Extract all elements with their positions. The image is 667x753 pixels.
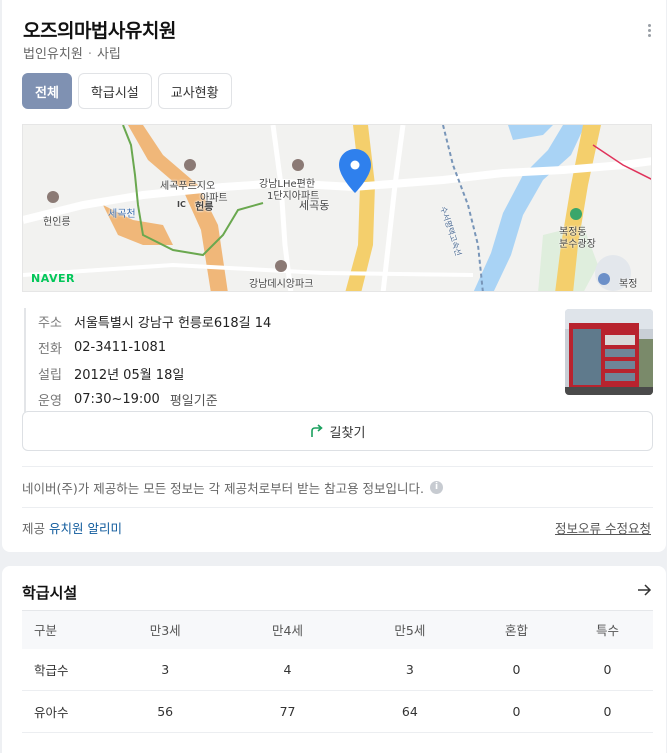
- table-cell: 학급수: [22, 648, 104, 691]
- map-label-heoninneung: 헌인릉: [43, 217, 71, 228]
- table-row: 학급수 3 4 3 0 0: [22, 648, 653, 691]
- hours-value: 07:30~19:00: [74, 391, 160, 407]
- table-header: 혼합: [471, 610, 562, 649]
- map-label-ic: IC: [177, 200, 186, 209]
- table-header: 구분: [22, 610, 104, 649]
- map-label-heolleung: 헌릉: [195, 202, 214, 213]
- arrow-right-icon[interactable]: [636, 582, 652, 598]
- divider: [22, 466, 653, 467]
- table-header: 특수: [562, 610, 653, 649]
- address-value: 서울특별시 강남구 헌릉로618길 14: [74, 315, 272, 331]
- map-label-bokjeong: 복정: [619, 279, 638, 290]
- info-card: 오즈의마법사유치원 법인유치원 · 사립 전체 학급시설 교사현황 세곡푸르지오…: [2, 0, 666, 552]
- map-label-fountain-plaza: 분수광장: [559, 239, 596, 250]
- table-cell: 4: [226, 648, 349, 691]
- facility-title: 학급시설: [22, 584, 78, 602]
- naver-logo: NAVER: [31, 272, 75, 285]
- more-options-icon[interactable]: [645, 24, 653, 40]
- table-cell: 0: [562, 690, 653, 733]
- directions-label: 길찾기: [329, 425, 366, 441]
- table-header: 만3세: [104, 610, 227, 649]
- subtitle: 법인유치원 · 사립: [23, 43, 121, 62]
- table-cell: 77: [226, 690, 349, 733]
- map-label-segokdong: 세곡동: [299, 199, 330, 212]
- tab-facility[interactable]: 학급시설: [77, 73, 152, 109]
- table-cell: 3: [104, 648, 227, 691]
- table-cell: 유아수: [22, 690, 104, 733]
- founded-row: 설립 2012년 05월 18일: [38, 360, 271, 386]
- info-icon[interactable]: i: [430, 481, 444, 494]
- founded-value: 2012년 05월 18일: [74, 367, 185, 383]
- separator-dot: ·: [87, 47, 92, 62]
- table-header-row: 구분 만3세 만4세 만5세 혼합 특수: [22, 610, 653, 649]
- facility-table: 구분 만3세 만4세 만5세 혼합 특수 학급수 3 4 3 0 0 유아수 5…: [22, 610, 653, 733]
- hours-row: 운영 07:30~19:00 평일기준: [38, 386, 271, 412]
- table-cell: 56: [104, 690, 227, 733]
- table-cell: 0: [562, 648, 653, 691]
- tab-bar: 전체 학급시설 교사현황: [22, 73, 232, 109]
- provider-link[interactable]: 유치원 알리미: [49, 521, 122, 536]
- basic-info: 주소 서울특별시 강남구 헌릉로618길 14 전화 02-3411-1081 …: [24, 308, 271, 412]
- notice-text: 네이버(주)가 제공하는 모든 정보는 각 제공처로부터 받는 참고용 정보입니…: [22, 481, 425, 496]
- table-cell: 0: [471, 690, 562, 733]
- notice: 네이버(주)가 제공하는 모든 정보는 각 제공처로부터 받는 참고용 정보입니…: [22, 478, 444, 497]
- address-label: 주소: [38, 315, 62, 331]
- building-photo[interactable]: [565, 309, 653, 395]
- map-label-desian-park: 강남데시앙파크: [249, 279, 314, 290]
- table-cell: 0: [471, 648, 562, 691]
- founded-label: 설립: [38, 367, 62, 383]
- provider: 제공 유치원 알리미: [22, 518, 122, 537]
- provider-label: 제공: [22, 521, 46, 536]
- page-title: 오즈의마법사유치원: [23, 20, 176, 42]
- kindergarten-type: 법인유치원: [23, 47, 83, 62]
- facility-card: 학급시설 구분 만3세 만4세 만5세 혼합 특수 학급수 3 4 3 0 0: [2, 566, 666, 753]
- directions-button[interactable]: 길찾기: [22, 411, 653, 451]
- map-view[interactable]: 세곡푸르지오 아파트 헌릉 IC 헌인릉 세곡천 강남LHe편한 1단지아파트 …: [22, 124, 652, 292]
- map-label-segokcheon: 세곡천: [108, 209, 136, 220]
- tab-teachers[interactable]: 교사현황: [157, 73, 232, 109]
- directions-arrow-icon: [310, 424, 323, 437]
- table-cell: 3: [348, 648, 472, 691]
- phone-value[interactable]: 02-3411-1081: [74, 340, 166, 355]
- phone-label: 전화: [38, 341, 62, 357]
- hours-note: 평일기준: [169, 393, 218, 409]
- hours-label: 운영: [38, 393, 62, 409]
- divider: [22, 507, 653, 508]
- report-error-link[interactable]: 정보오류 수정요청: [555, 518, 651, 537]
- table-header: 만4세: [226, 610, 349, 649]
- table-row: 유아수 56 77 64 0 0: [22, 690, 653, 733]
- address-row: 주소 서울특별시 강남구 헌릉로618길 14: [38, 308, 271, 334]
- table-header: 만5세: [348, 610, 472, 649]
- kindergarten-category: 사립: [96, 47, 121, 62]
- table-cell: 64: [348, 690, 472, 733]
- tab-all[interactable]: 전체: [22, 73, 72, 109]
- phone-row: 전화 02-3411-1081: [38, 334, 271, 360]
